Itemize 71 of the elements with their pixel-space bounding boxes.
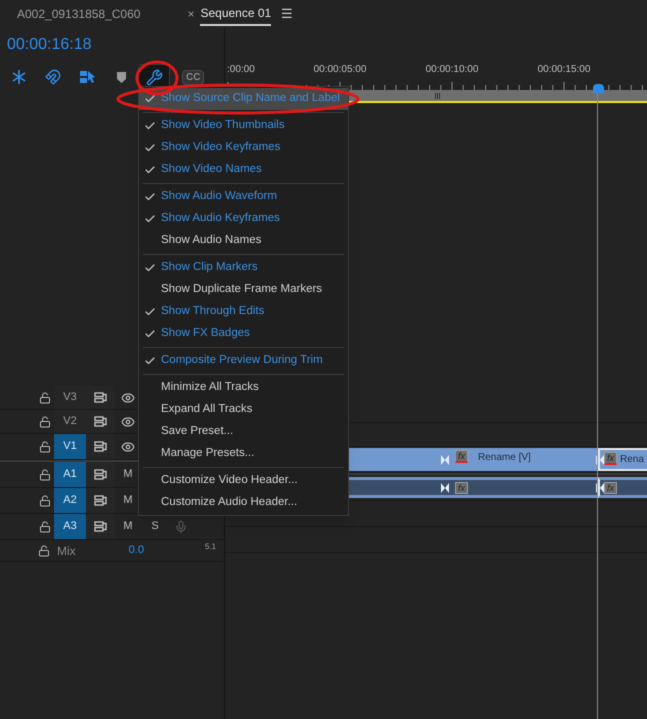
- sync-lock-icon[interactable]: [94, 521, 106, 532]
- menu-item[interactable]: Expand All Tracks: [139, 399, 348, 421]
- audio-clip[interactable]: fx: [598, 477, 647, 498]
- fx-badge: fx: [604, 452, 618, 465]
- mute-button[interactable]: M: [114, 466, 142, 483]
- fx-badge: fx: [455, 450, 468, 463]
- panel-menu-icon[interactable]: ☰: [281, 4, 294, 24]
- menu-item[interactable]: Manage Presets...: [139, 443, 348, 465]
- sync-lock-icon[interactable]: [94, 469, 106, 480]
- timecode[interactable]: 00:00:16:18: [7, 33, 92, 57]
- menu-item[interactable]: Customize Audio Header...: [139, 492, 348, 514]
- lock-icon[interactable]: [39, 416, 51, 428]
- lock-icon[interactable]: [39, 494, 51, 506]
- track-target-toggle[interactable]: V1: [54, 434, 86, 459]
- menu-item[interactable]: Composite Preview During Trim: [139, 350, 348, 372]
- channel-format: 5.1: [204, 541, 216, 553]
- menu-item[interactable]: Show Audio Keyframes: [139, 208, 348, 230]
- through-edit-icon: [441, 454, 449, 464]
- wrench-icon: [146, 68, 162, 86]
- solo-button[interactable]: S: [142, 518, 168, 535]
- playhead-handle[interactable]: [593, 84, 604, 93]
- clip-name: Rename [V]: [478, 451, 531, 465]
- through-edit-icon: [441, 482, 449, 492]
- track-target-toggle[interactable]: A1: [54, 462, 86, 487]
- ruler-time-label: 00:00:05:00: [314, 63, 366, 77]
- marker-icon[interactable]: [116, 72, 126, 82]
- sync-lock-icon[interactable]: [94, 495, 106, 506]
- close-tab-icon[interactable]: ×: [187, 5, 194, 23]
- captions-button[interactable]: CC: [182, 70, 204, 84]
- mix-label: Mix: [57, 542, 76, 560]
- menu-item[interactable]: Show Video Keyframes: [139, 137, 348, 159]
- menu-item[interactable]: Show FX Badges: [139, 323, 348, 345]
- lock-icon[interactable]: [39, 392, 51, 404]
- menu-item[interactable]: Save Preset...: [139, 421, 348, 443]
- linked-selection-icon[interactable]: [78, 69, 96, 85]
- sync-lock-icon[interactable]: [94, 441, 106, 452]
- menu-item[interactable]: Show Duplicate Frame Markers: [139, 279, 348, 301]
- eye-icon[interactable]: [121, 390, 135, 404]
- menu-item[interactable]: Minimize All Tracks: [139, 377, 348, 399]
- tab[interactable]: A002_09131858_C060: [17, 2, 140, 26]
- track-target-toggle[interactable]: A3: [54, 514, 86, 539]
- tab[interactable]: Sequence 01: [200, 2, 272, 26]
- ruler-time-label: 00:00:15:00: [538, 63, 590, 77]
- ruler-time-label: 00:00:10:00: [426, 63, 478, 77]
- mute-button[interactable]: M: [114, 518, 142, 535]
- magnet-icon[interactable]: [45, 69, 61, 85]
- fx-badge: fx: [604, 482, 618, 494]
- sync-lock-icon[interactable]: [94, 416, 106, 427]
- lock-icon[interactable]: [39, 468, 51, 480]
- eye-icon[interactable]: [121, 414, 135, 428]
- menu-item[interactable]: Show Through Edits: [139, 301, 348, 323]
- video-clip[interactable]: fx Rena: [598, 448, 647, 471]
- lock-icon[interactable]: [39, 520, 51, 532]
- menu-item[interactable]: Show Clip Markers: [139, 257, 348, 279]
- sync-lock-icon[interactable]: [94, 392, 106, 403]
- lock-icon[interactable]: [38, 544, 50, 556]
- eye-icon[interactable]: [121, 440, 135, 454]
- menu-item[interactable]: Show Audio Names: [139, 230, 348, 252]
- menu-item[interactable]: Customize Video Header...: [139, 470, 348, 492]
- snap-icon[interactable]: [11, 69, 27, 85]
- menu-item[interactable]: Show Audio Waveform: [139, 186, 348, 208]
- mix-volume[interactable]: 0.0: [128, 542, 144, 559]
- track-target-toggle[interactable]: A2: [54, 488, 86, 513]
- clip-name: Rena: [620, 453, 644, 467]
- ruler-time-label: :00:00: [227, 63, 255, 77]
- fx-badge: fx: [455, 482, 468, 494]
- grip-icon[interactable]: [434, 92, 440, 98]
- lock-icon[interactable]: [39, 440, 51, 452]
- mute-button[interactable]: M: [114, 492, 142, 509]
- menu-item[interactable]: Show Video Names: [139, 159, 348, 181]
- menu-item[interactable]: Show Video Thumbnails: [139, 115, 348, 137]
